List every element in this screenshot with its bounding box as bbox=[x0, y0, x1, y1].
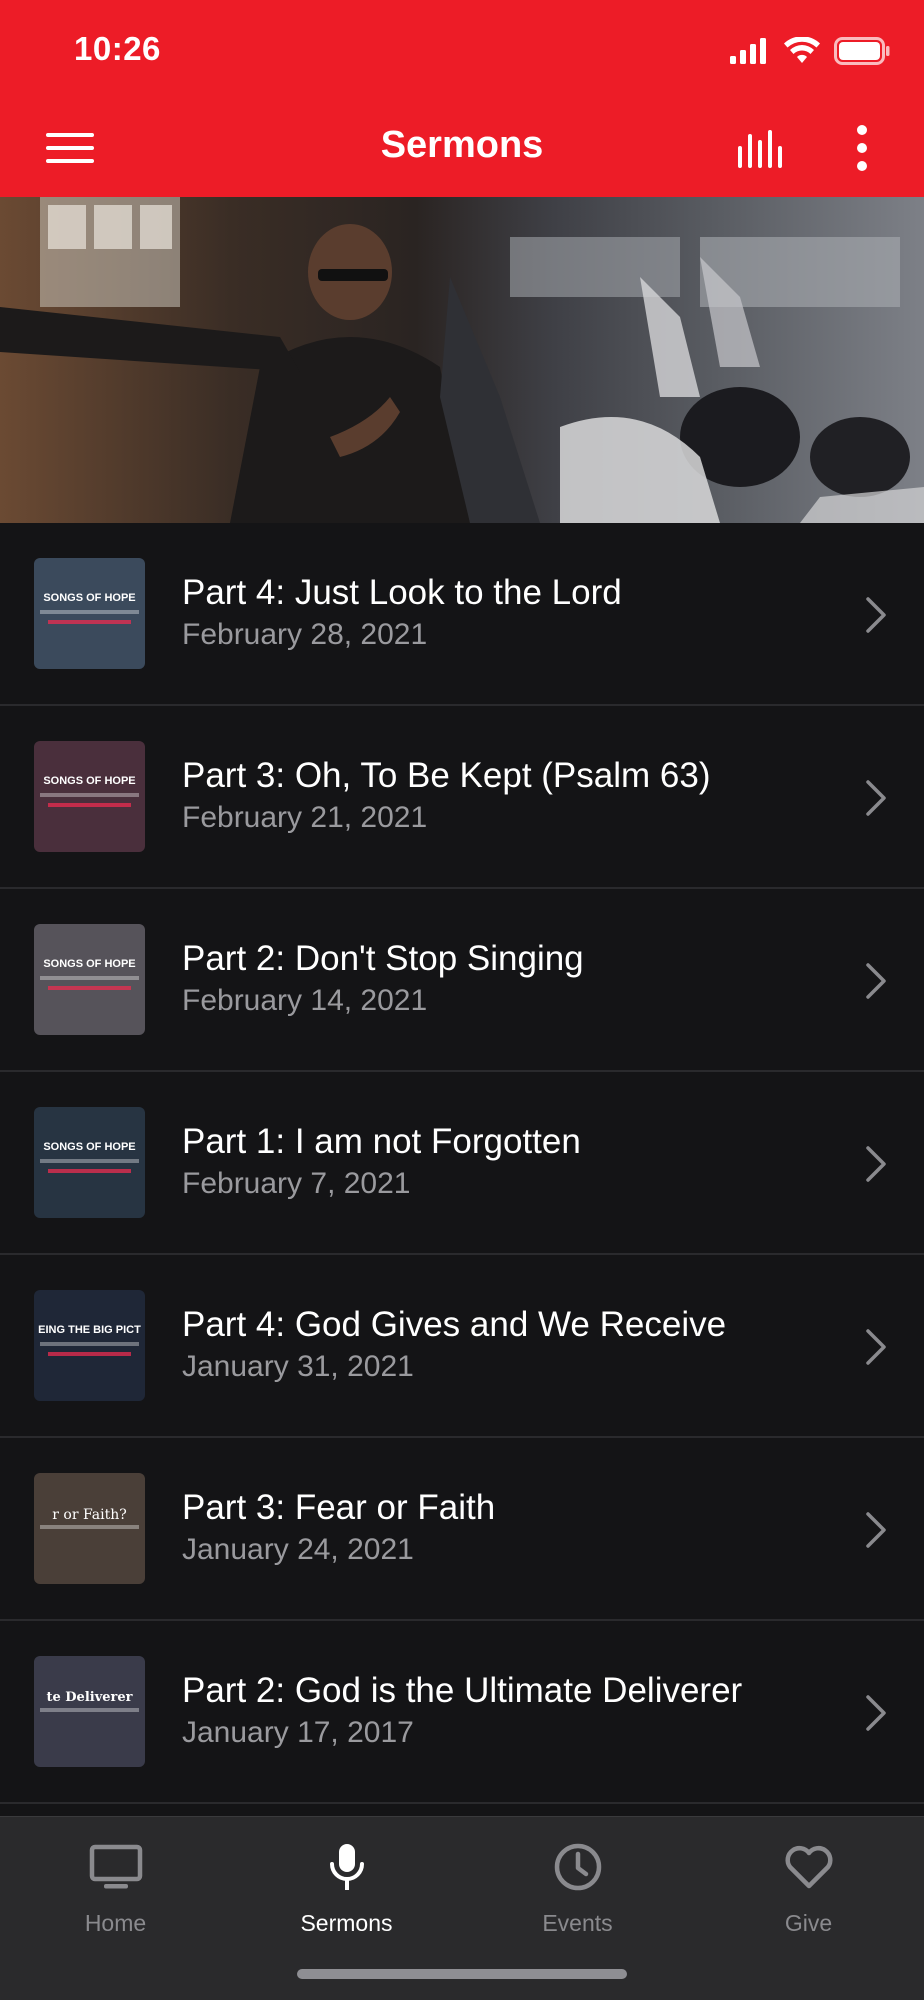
chevron-right-icon bbox=[866, 780, 886, 816]
sermon-date: January 31, 2021 bbox=[182, 1350, 414, 1383]
sermon-date: January 17, 2017 bbox=[182, 1716, 414, 1749]
chevron-right-icon bbox=[866, 597, 886, 633]
tab-label: Home bbox=[84, 1910, 147, 1936]
microphone-icon bbox=[329, 1844, 364, 1890]
sermon-list-item[interactable]: r or Faith? Part 3: Fear or Faith Januar… bbox=[0, 1438, 924, 1621]
tab-label: Sermons bbox=[300, 1910, 393, 1936]
sermon-thumbnail: r or Faith? bbox=[34, 1473, 145, 1584]
clock-icon bbox=[554, 1843, 601, 1891]
sermon-list-item[interactable]: SONGS OF HOPE Part 4: Just Look to the L… bbox=[0, 523, 924, 706]
sermon-thumbnail: SONGS OF HOPE bbox=[34, 1107, 145, 1218]
tv-icon bbox=[89, 1844, 142, 1889]
hero-banner-image bbox=[0, 197, 924, 523]
chevron-right-icon bbox=[866, 963, 886, 999]
sermon-title: Part 3: Oh, To Be Kept (Psalm 63) bbox=[182, 756, 711, 795]
more-options-button[interactable] bbox=[842, 118, 882, 178]
chevron-right-icon bbox=[866, 1329, 886, 1365]
sermon-list-item[interactable]: EING THE BIG PICT Part 4: God Gives and … bbox=[0, 1255, 924, 1438]
tab-events[interactable]: Events bbox=[462, 1817, 693, 1967]
sermon-list: SONGS OF HOPE Part 4: Just Look to the L… bbox=[0, 523, 924, 1804]
status-icons bbox=[730, 34, 890, 68]
sermon-title: Part 1: I am not Forgotten bbox=[182, 1122, 581, 1161]
sermon-list-item[interactable]: te Deliverer Part 2: God is the Ultimate… bbox=[0, 1621, 924, 1804]
vertical-ellipsis-icon bbox=[857, 125, 867, 171]
sermon-thumbnail: te Deliverer bbox=[34, 1656, 145, 1767]
sermon-thumbnail: EING THE BIG PICT bbox=[34, 1290, 145, 1401]
chevron-right-icon bbox=[866, 1146, 886, 1182]
sermon-date: February 21, 2021 bbox=[182, 801, 428, 834]
sermon-date: February 14, 2021 bbox=[182, 984, 428, 1017]
sermon-thumbnail: SONGS OF HOPE bbox=[34, 741, 145, 852]
sermon-title: Part 3: Fear or Faith bbox=[182, 1488, 496, 1527]
home-indicator[interactable] bbox=[297, 1969, 627, 1979]
battery-icon bbox=[834, 37, 890, 65]
sermon-date: February 7, 2021 bbox=[182, 1167, 411, 1200]
tab-sermons[interactable]: Sermons bbox=[231, 1817, 462, 1967]
cellular-signal-icon bbox=[730, 38, 766, 64]
wifi-icon bbox=[784, 37, 820, 63]
sermon-thumbnail: SONGS OF HOPE bbox=[34, 558, 145, 669]
sermon-title: Part 2: Don't Stop Singing bbox=[182, 939, 584, 978]
sermon-list-item[interactable]: SONGS OF HOPE Part 2: Don't Stop Singing… bbox=[0, 889, 924, 1072]
sermon-title: Part 2: God is the Ultimate Deliverer bbox=[182, 1671, 743, 1710]
status-time: 10:26 bbox=[74, 30, 161, 67]
audio-bars-icon bbox=[738, 130, 782, 168]
audio-button[interactable] bbox=[730, 120, 794, 176]
tab-label: Events bbox=[542, 1910, 613, 1936]
sermon-date: February 28, 2021 bbox=[182, 618, 428, 651]
sermon-list-item[interactable]: SONGS OF HOPE Part 3: Oh, To Be Kept (Ps… bbox=[0, 706, 924, 889]
sermon-title: Part 4: God Gives and We Receive bbox=[182, 1305, 727, 1344]
tab-give[interactable]: Give bbox=[693, 1817, 924, 1967]
sermon-title: Part 4: Just Look to the Lord bbox=[182, 573, 622, 612]
sermon-date: January 24, 2021 bbox=[182, 1533, 414, 1566]
tab-home[interactable]: Home bbox=[0, 1817, 231, 1967]
sermon-list-item[interactable]: SONGS OF HOPE Part 1: I am not Forgotten… bbox=[0, 1072, 924, 1255]
tab-label: Give bbox=[784, 1910, 833, 1936]
sermon-thumbnail: SONGS OF HOPE bbox=[34, 924, 145, 1035]
chevron-right-icon bbox=[866, 1695, 886, 1731]
chevron-right-icon bbox=[866, 1512, 886, 1548]
heart-icon bbox=[784, 1845, 833, 1889]
app-header: 10:26 Sermons bbox=[0, 0, 924, 197]
